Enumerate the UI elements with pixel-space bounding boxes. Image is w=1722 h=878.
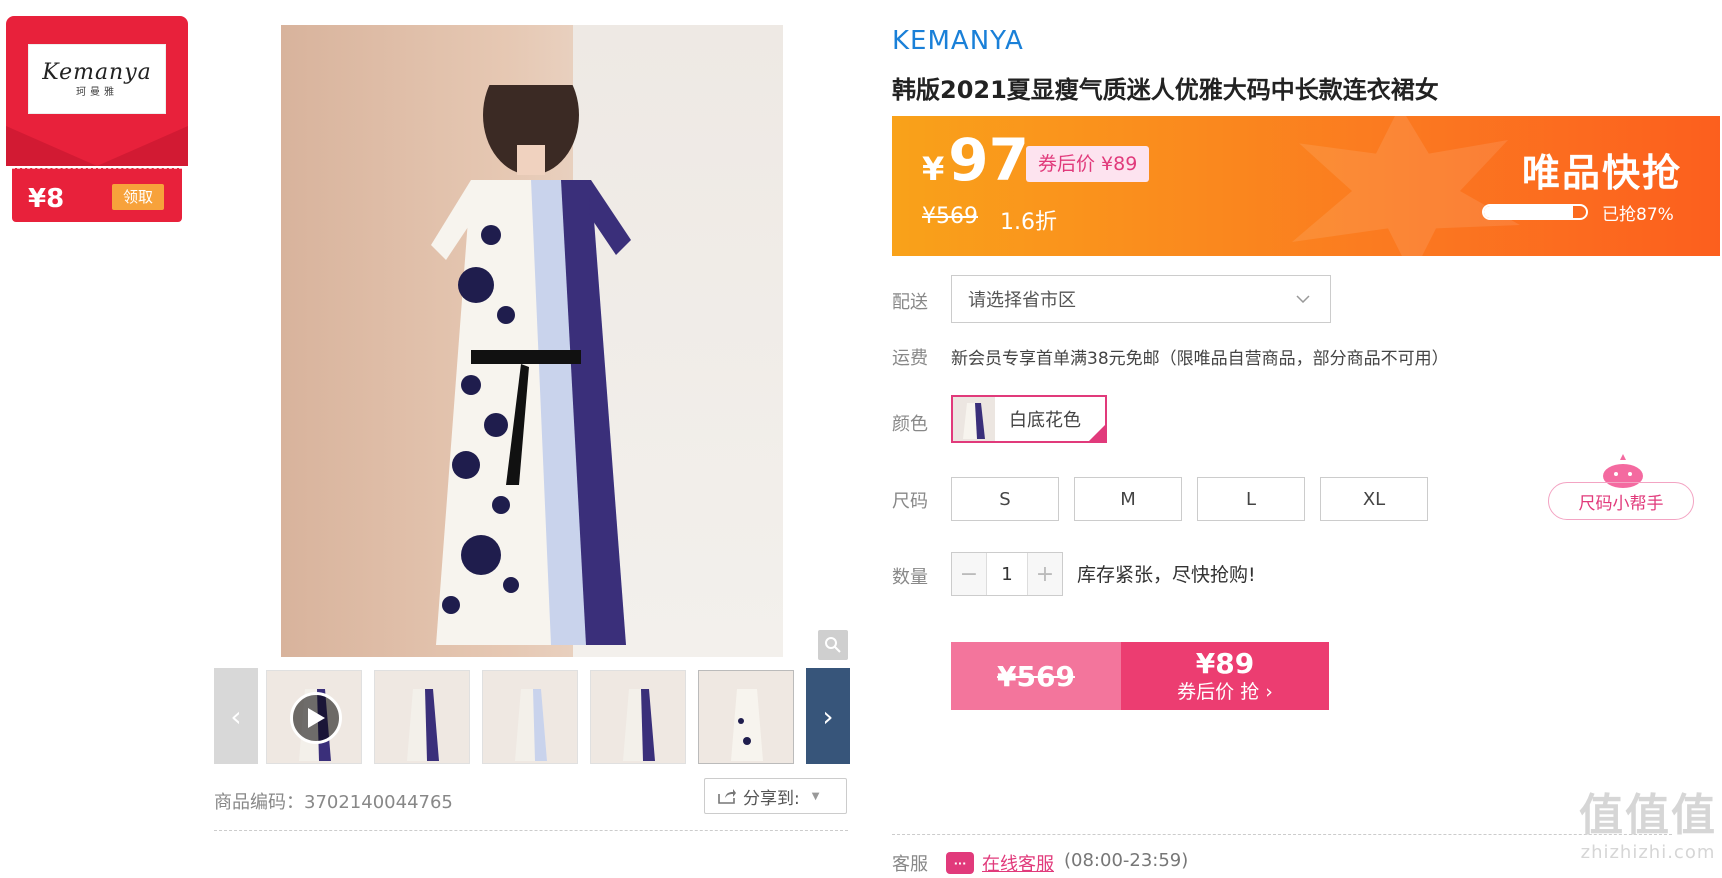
thumbnail-figure <box>515 689 547 761</box>
currency-symbol: ¥ <box>922 150 945 188</box>
brand-link[interactable]: KEMANYA <box>892 26 1024 56</box>
site-watermark: 值值值 zhizhizhi.com <box>1574 790 1722 878</box>
color-swatch <box>953 397 995 441</box>
quantity-label: 数量 <box>892 567 928 588</box>
thumbnail-figure <box>731 689 763 761</box>
zoom-button[interactable] <box>818 630 848 660</box>
size-option-s[interactable]: S <box>951 477 1059 521</box>
coupon-amount: ¥8 <box>28 184 65 214</box>
original-price: ¥569 <box>922 204 978 229</box>
price-banner: ¥97 券后价 ¥89 ¥569 1.6折 唯品快抢 已抢87% <box>892 116 1720 256</box>
coupon-price-tag: 券后价 ¥89 <box>1026 146 1150 182</box>
magnifier-icon <box>825 637 841 653</box>
sold-progress-bar <box>1482 204 1588 220</box>
chevron-left-icon: ‹ <box>230 699 242 733</box>
maple-leaf-decoration <box>1292 116 1520 256</box>
store-logo: Kemanya 珂曼雅 <box>28 44 166 114</box>
online-service-link[interactable]: 在线客服 <box>982 850 1054 876</box>
buy-price: ¥89 <box>1195 647 1255 680</box>
size-helper-button[interactable]: 尺码小帮手 <box>1548 482 1694 520</box>
coupon-claim-button[interactable]: 领取 <box>112 184 164 210</box>
quantity-stepper[interactable]: − 1 + <box>951 552 1063 596</box>
thumbnail-2[interactable] <box>374 670 470 764</box>
color-option-selected[interactable]: 白底花色 <box>951 395 1107 443</box>
current-price-value: 97 <box>948 126 1029 194</box>
swatch-figure <box>963 403 985 439</box>
chat-bubble-icon: ··· <box>946 852 974 874</box>
shipping-label: 配送 <box>892 292 928 313</box>
thumbnail-4[interactable] <box>590 670 686 764</box>
region-select[interactable]: 请选择省市区 <box>951 275 1331 323</box>
sold-progress-label: 已抢87% <box>1602 205 1674 225</box>
divider <box>214 830 848 831</box>
main-product-image <box>281 25 783 657</box>
service-hours: (08:00-23:59) <box>1064 850 1189 871</box>
size-option-m[interactable]: M <box>1074 477 1182 521</box>
product-title: 韩版2021夏显瘦气质迷人优雅大码中长款连衣裙女 <box>892 76 1439 104</box>
quantity-increase-button[interactable]: + <box>1028 553 1062 595</box>
color-label: 颜色 <box>892 414 928 435</box>
flash-sale-title: 唯品快抢 <box>1522 151 1683 195</box>
freight-label: 运费 <box>892 348 928 369</box>
sold-progress-fill <box>1484 206 1573 218</box>
dress-illustration <box>431 85 631 645</box>
selected-check-icon <box>1087 423 1107 443</box>
watermark-url: zhizhizhi.com <box>1580 842 1716 863</box>
customer-service-label: 客服 <box>892 854 928 875</box>
share-icon <box>718 789 736 804</box>
share-dropdown[interactable]: 分享到: ▼ <box>704 778 847 814</box>
region-select-value: 请选择省市区 <box>968 290 1076 311</box>
thumbnail-figure <box>623 689 655 761</box>
chevron-down-icon: ▼ <box>811 790 820 802</box>
quantity-decrease-button[interactable]: − <box>952 553 986 595</box>
play-icon <box>308 708 325 728</box>
share-label: 分享到: <box>743 788 800 809</box>
size-option-l[interactable]: L <box>1197 477 1305 521</box>
quantity-value[interactable]: 1 <box>986 553 1028 595</box>
buy-cta-label: 券后价 抢 › <box>1177 681 1273 703</box>
color-option-label: 白底花色 <box>1009 410 1081 431</box>
buy-original-price[interactable]: ¥569 <box>951 642 1121 710</box>
thumbnail-5[interactable] <box>698 670 794 764</box>
size-option-xl[interactable]: XL <box>1320 477 1428 521</box>
freight-text: 新会员专享首单满38元免邮（限唯品自营商品，部分商品不可用） <box>951 349 1449 369</box>
chevron-down-icon <box>1296 295 1310 303</box>
stock-note: 库存紧张，尽快抢购! <box>1077 564 1256 586</box>
store-logo-text: Kemanya <box>42 60 152 85</box>
current-price: ¥97 <box>922 126 1029 194</box>
thumbnail-figure <box>407 689 439 761</box>
store-logo-sub: 珂曼雅 <box>76 87 118 98</box>
product-sku: 商品编码：3702140044765 <box>214 792 453 813</box>
buy-now-button[interactable]: ¥89 券后价 抢 › <box>1121 642 1329 710</box>
thumbnail-3[interactable] <box>482 670 578 764</box>
watermark-logo: 值值值 <box>1579 790 1717 841</box>
coupon-top: Kemanya 珂曼雅 <box>6 16 188 166</box>
divider <box>892 834 1672 835</box>
thumbnail-next-button[interactable]: › <box>806 668 850 764</box>
coupon-flap <box>6 126 188 166</box>
video-play-button[interactable] <box>290 692 342 744</box>
size-label: 尺码 <box>892 491 928 512</box>
thumbnail-prev-button[interactable]: ‹ <box>214 668 258 764</box>
chevron-right-icon: › <box>822 699 834 733</box>
discount-rate: 1.6折 <box>1000 210 1057 235</box>
